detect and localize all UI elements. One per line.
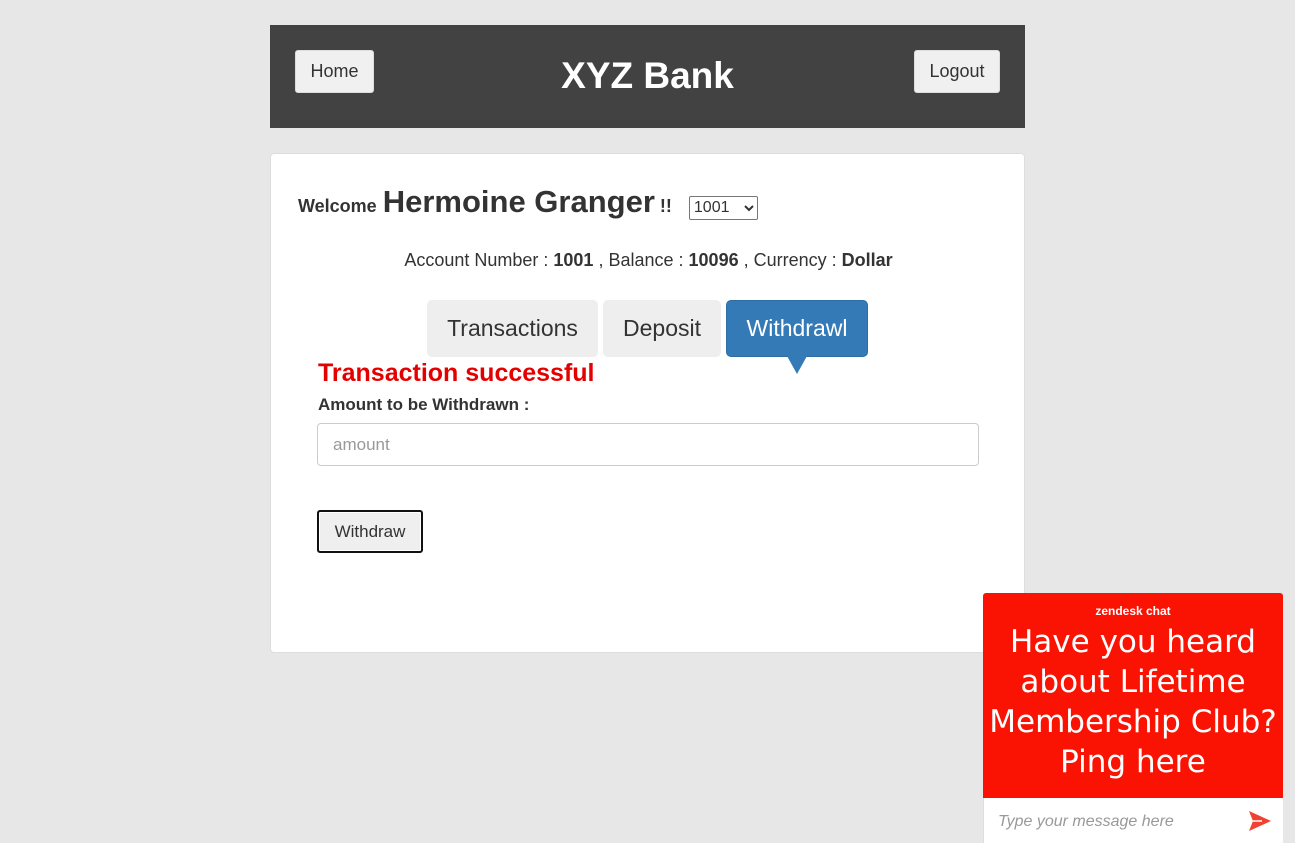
transaction-success-message: Transaction successful bbox=[318, 359, 595, 387]
welcome-label: Welcome bbox=[298, 196, 377, 216]
withdraw-button[interactable]: Withdraw bbox=[317, 510, 423, 553]
account-select[interactable]: 1001 bbox=[688, 195, 758, 220]
chat-input-bar bbox=[983, 798, 1283, 843]
chat-message-input[interactable] bbox=[996, 810, 1240, 834]
account-panel: Welcome Hermoine Granger !! 1001 Account… bbox=[270, 153, 1025, 653]
chat-widget: zendesk chat Have you heard about Lifeti… bbox=[983, 593, 1283, 843]
tab-transactions[interactable]: Transactions bbox=[427, 300, 598, 357]
currency-label: , Currency : bbox=[743, 250, 837, 270]
amount-label: Amount to be Withdrawn : bbox=[318, 395, 530, 414]
active-tab-pointer bbox=[787, 356, 807, 374]
top-header: Home XYZ Bank Logout bbox=[270, 25, 1025, 128]
send-arrow-icon[interactable] bbox=[1248, 810, 1272, 832]
amount-input[interactable] bbox=[317, 423, 979, 466]
bank-title: XYZ Bank bbox=[561, 55, 734, 96]
welcome-exclaim: !! bbox=[659, 196, 672, 216]
customer-name: Hermoine Granger bbox=[382, 184, 655, 219]
tab-withdrawl[interactable]: Withdrawl bbox=[726, 300, 868, 357]
balance-value: 10096 bbox=[688, 250, 739, 270]
chat-brand: zendesk chat bbox=[1095, 604, 1171, 618]
chat-promo-message: Have you heard about Lifetime Membership… bbox=[989, 624, 1277, 780]
welcome-row: Welcome Hermoine Granger !! 1001 bbox=[298, 184, 758, 224]
account-info: Account Number : 1001 , Balance : 10096 … bbox=[271, 250, 1026, 271]
chat-banner[interactable]: zendesk chat Have you heard about Lifeti… bbox=[983, 593, 1283, 798]
logout-button[interactable]: Logout bbox=[914, 50, 1000, 93]
tab-deposit[interactable]: Deposit bbox=[603, 300, 721, 357]
currency-value: Dollar bbox=[841, 250, 893, 270]
account-number-value: 1001 bbox=[553, 250, 594, 270]
balance-label: , Balance : bbox=[598, 250, 684, 270]
account-number-label: Account Number : bbox=[404, 250, 549, 270]
